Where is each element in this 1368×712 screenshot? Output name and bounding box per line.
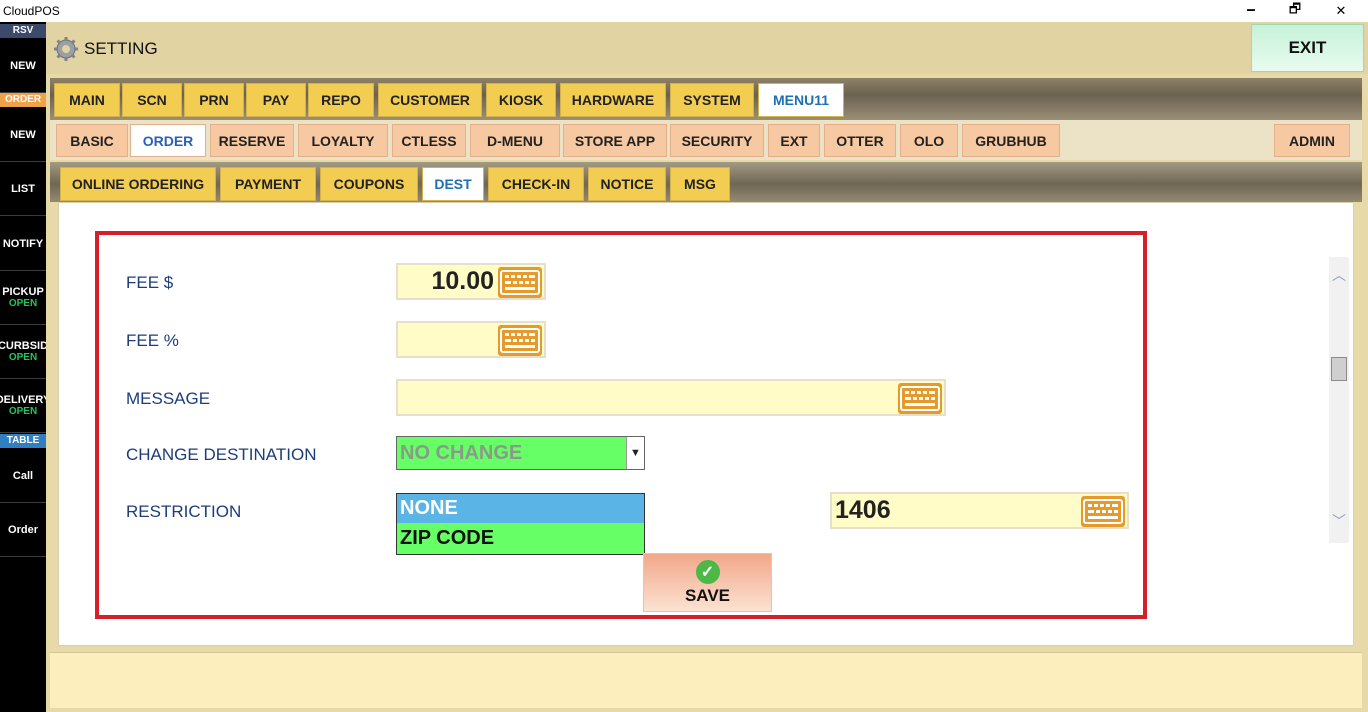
tab-main[interactable]: MAIN — [54, 83, 120, 117]
curbside-button[interactable]: CURBSID OPEN — [0, 325, 46, 379]
delivery-label: DELIVERY — [0, 394, 46, 406]
tab-kiosk[interactable]: KIOSK — [486, 83, 556, 117]
order-label: Order — [8, 523, 38, 536]
vertical-scrollbar[interactable]: ︿ ﹀ — [1329, 257, 1349, 543]
order-new-button[interactable]: NEW — [0, 108, 46, 162]
rsv-new-button[interactable]: NEW — [0, 39, 46, 93]
pickup-button[interactable]: PICKUP OPEN — [0, 271, 46, 325]
tab-repo[interactable]: REPO — [308, 83, 374, 117]
tab-d-menu[interactable]: D-MENU — [470, 124, 560, 157]
highlight-frame: FEE $ 10.00 FEE % MESSAGE CHANGE DESTINA… — [95, 231, 1147, 619]
tab-olo[interactable]: OLO — [900, 124, 958, 157]
tab-basic[interactable]: BASIC — [56, 124, 128, 157]
order-new-label: NEW — [10, 128, 36, 141]
tab-menu11[interactable]: MENU11 — [758, 83, 844, 117]
tab-coupons[interactable]: COUPONS — [320, 167, 418, 201]
tab-security[interactable]: SECURITY — [670, 124, 764, 157]
change-destination-select[interactable]: NO CHANGE ▼ — [396, 436, 645, 470]
dest-content-panel: FEE $ 10.00 FEE % MESSAGE CHANGE DESTINA… — [58, 202, 1354, 646]
main-tab-bar: MAIN SCN PRN PAY REPO CUSTOMER KIOSK HAR… — [50, 78, 1362, 120]
list-label: LIST — [11, 182, 35, 195]
call-label: Call — [12, 469, 34, 482]
tab-customer[interactable]: CUSTOMER — [378, 83, 482, 117]
tab-prn[interactable]: PRN — [184, 83, 244, 117]
order-tab-bar: ONLINE ORDERING PAYMENT COUPONS DEST CHE… — [50, 162, 1362, 202]
tab-dest[interactable]: DEST — [422, 167, 484, 201]
fee-dollar-field[interactable]: 10.00 — [396, 263, 546, 300]
setting-header: SETTING EXIT — [46, 22, 1368, 74]
tab-order[interactable]: ORDER — [130, 124, 206, 157]
chevron-down-icon[interactable]: ▼ — [626, 437, 644, 469]
gear-icon — [54, 37, 78, 61]
keyboard-icon[interactable] — [498, 325, 542, 356]
footer-bar — [50, 652, 1362, 708]
tab-notice[interactable]: NOTICE — [588, 167, 666, 201]
tab-admin[interactable]: ADMIN — [1274, 124, 1350, 157]
tab-hardware[interactable]: HARDWARE — [560, 83, 666, 117]
minimize-button[interactable]: 🗕 — [1228, 0, 1274, 22]
rsv-header: RSV — [0, 24, 46, 38]
scroll-down-icon[interactable]: ﹀ — [1329, 511, 1349, 531]
tab-check-in[interactable]: CHECK-IN — [488, 167, 584, 201]
save-button[interactable]: ✓ SAVE — [643, 553, 772, 612]
tab-ctless[interactable]: CTLESS — [392, 124, 466, 157]
restriction-list[interactable]: NONE ZIP CODE — [396, 493, 645, 555]
order-header: ORDER — [0, 93, 46, 107]
tab-grubhub[interactable]: GRUBHUB — [962, 124, 1060, 157]
sub-tab-bar: BASIC ORDER RESERVE LOYALTY CTLESS D-MEN… — [50, 120, 1362, 160]
notify-button[interactable]: NOTIFY — [0, 217, 46, 271]
tab-pay[interactable]: PAY — [246, 83, 306, 117]
message-label: MESSAGE — [126, 389, 211, 408]
tab-store-app[interactable]: STORE APP — [563, 124, 667, 157]
main-panel: SETTING EXIT MAIN SCN PRN PAY REPO CUSTO… — [46, 22, 1368, 712]
change-destination-value: NO CHANGE — [400, 441, 523, 464]
tab-online-ordering[interactable]: ONLINE ORDERING — [60, 167, 216, 201]
change-destination-label: CHANGE DESTINATION — [126, 445, 317, 464]
fee-percent-field[interactable] — [396, 321, 546, 358]
tab-payment[interactable]: PAYMENT — [220, 167, 316, 201]
exit-button[interactable]: EXIT — [1251, 24, 1364, 72]
pickup-status: OPEN — [8, 298, 38, 309]
curbside-label: CURBSID — [0, 340, 46, 352]
fee-percent-label: FEE % — [126, 331, 179, 350]
tab-loyalty[interactable]: LOYALTY — [298, 124, 388, 157]
message-field[interactable] — [396, 379, 946, 416]
page-title: SETTING — [84, 39, 158, 58]
zip-code-value: 1406 — [835, 496, 891, 524]
tab-reserve[interactable]: RESERVE — [210, 124, 294, 157]
call-button[interactable]: Call — [0, 449, 46, 503]
tab-msg[interactable]: MSG — [670, 167, 730, 201]
tab-otter[interactable]: OTTER — [824, 124, 896, 157]
delivery-status: OPEN — [8, 406, 38, 417]
restore-button[interactable]: 🗗 — [1272, 0, 1318, 22]
save-label: SAVE — [684, 585, 731, 605]
keyboard-icon[interactable] — [1081, 496, 1125, 527]
tab-scn[interactable]: SCN — [122, 83, 182, 117]
window-title: CloudPOS — [3, 4, 60, 18]
restriction-option-zip-code[interactable]: ZIP CODE — [397, 524, 644, 553]
delivery-button[interactable]: DELIVERYOPEN — [0, 379, 46, 433]
curbside-status: OPEN — [8, 352, 38, 363]
keyboard-icon[interactable] — [898, 383, 942, 414]
zip-code-field[interactable]: 1406 — [830, 492, 1129, 529]
pickup-label: PICKUP — [2, 286, 44, 298]
fee-dollar-label: FEE $ — [126, 273, 174, 292]
checkmark-icon: ✓ — [695, 559, 720, 584]
tab-ext[interactable]: EXT — [768, 124, 820, 157]
scrollbar-thumb[interactable] — [1331, 357, 1347, 381]
tab-system[interactable]: SYSTEM — [670, 83, 754, 117]
order-button[interactable]: Order — [0, 503, 46, 557]
list-button[interactable]: LIST — [0, 162, 46, 216]
scroll-up-icon[interactable]: ︿ — [1329, 265, 1349, 285]
table-header: TABLE — [0, 434, 46, 448]
restriction-option-none[interactable]: NONE — [397, 494, 644, 523]
notify-label: NOTIFY — [2, 237, 44, 250]
fee-dollar-value: 10.00 — [431, 267, 494, 295]
rsv-new-label: NEW — [10, 59, 36, 72]
close-button[interactable]: ✕ — [1318, 0, 1364, 22]
keyboard-icon[interactable] — [498, 267, 542, 298]
restriction-label: RESTRICTION — [126, 502, 242, 521]
left-sidebar: RSV NEW ORDER NEW LIST NOTIFY PICKUP OPEN… — [0, 22, 46, 712]
title-bar: CloudPOS 🗕 🗗 ✕ — [0, 0, 1368, 22]
